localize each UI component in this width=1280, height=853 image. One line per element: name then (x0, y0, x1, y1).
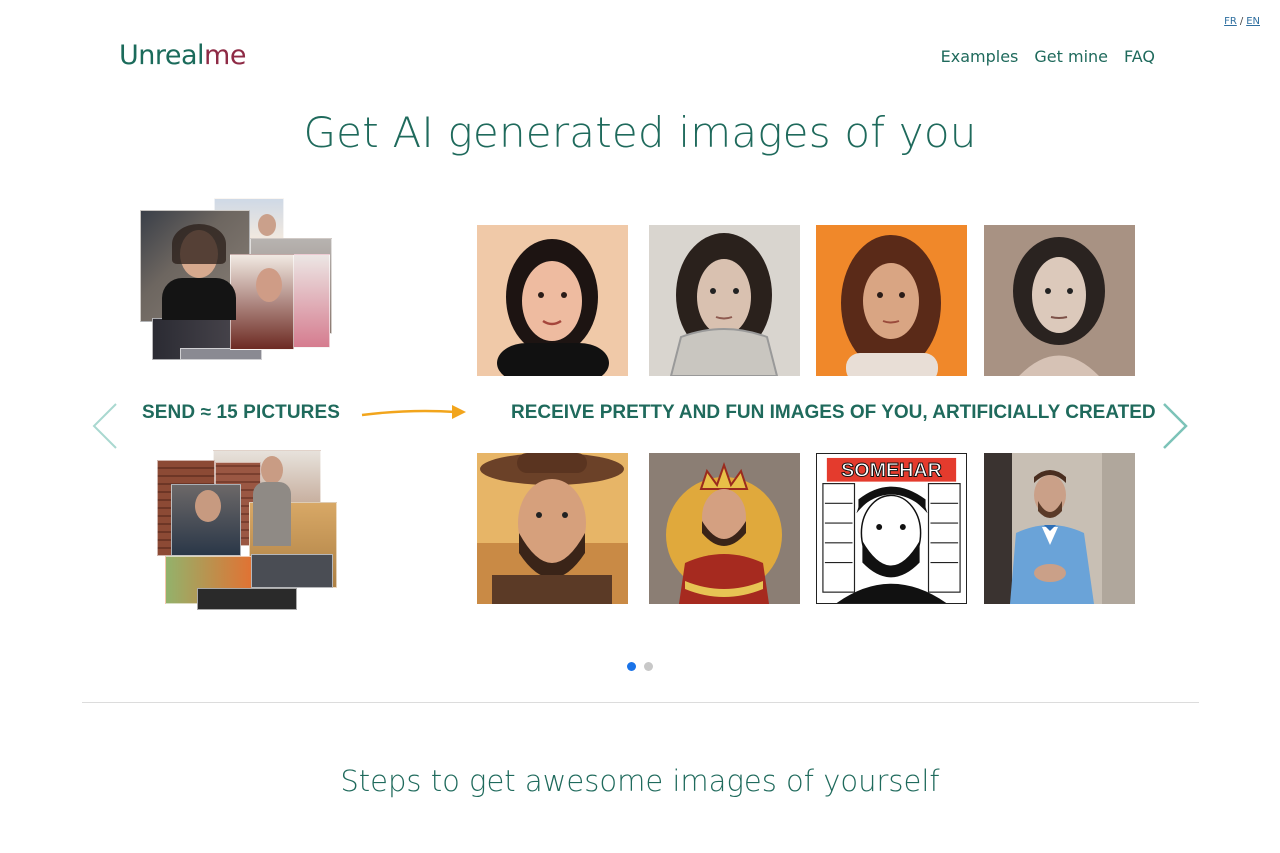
section-divider (82, 702, 1199, 703)
comic-title-text: SOMEHAR (841, 460, 942, 482)
portrait-illustration-woman-image (477, 225, 628, 376)
lang-fr-link[interactable]: FR (1224, 16, 1237, 27)
logo-part-me: me (204, 40, 246, 71)
hero-title: Get AI generated images of you (303, 108, 977, 157)
nav-faq[interactable]: FAQ (1124, 47, 1155, 66)
portrait-king-man-image (649, 453, 800, 604)
carousel-prev-button[interactable] (90, 402, 122, 450)
carousel-dot-1[interactable] (627, 662, 636, 671)
portrait-comic-man-image: SOMEHAR (817, 454, 966, 603)
nav-examples[interactable]: Examples (941, 47, 1019, 66)
carousel-next-button[interactable] (1158, 402, 1190, 450)
generated-image[interactable] (984, 225, 1135, 376)
carousel-dot-2[interactable] (644, 662, 653, 671)
chevron-left-icon (92, 403, 117, 449)
lang-separator: / (1239, 16, 1244, 27)
portrait-sketch-woman-image (984, 225, 1135, 376)
logo[interactable]: Unrealme (119, 40, 246, 71)
nav-get-mine[interactable]: Get mine (1034, 47, 1108, 66)
lang-en-link[interactable]: EN (1246, 16, 1260, 27)
generated-image[interactable]: SOMEHAR (816, 453, 967, 604)
generated-image[interactable] (984, 453, 1135, 604)
generated-image[interactable] (649, 225, 800, 376)
language-switcher: FR / EN (1224, 16, 1260, 27)
logo-part-unreal: Unreal (119, 40, 205, 71)
input-photos-collage-bottom (157, 450, 337, 612)
chevron-right-icon (1163, 403, 1188, 449)
portrait-blue-suit-man-image (984, 453, 1135, 604)
input-photos-collage-top (140, 198, 332, 360)
send-pictures-label: SEND ≈ 15 PICTURES (142, 402, 341, 423)
main-nav: Examples Get mine FAQ (941, 47, 1155, 66)
portrait-cowboy-man-image (477, 453, 628, 604)
receive-images-label: RECEIVE PRETTY AND FUN IMAGES OF YOU, AR… (511, 402, 1156, 423)
portrait-armored-woman-image (649, 225, 800, 376)
generated-image[interactable] (649, 453, 800, 604)
arrow-right-icon (361, 405, 466, 419)
steps-section-title: Steps to get awesome images of yourself (340, 764, 940, 798)
generated-image[interactable] (477, 453, 628, 604)
generated-image[interactable] (477, 225, 628, 376)
portrait-orange-background-woman-image (816, 225, 967, 376)
generated-image[interactable] (816, 225, 967, 376)
carousel-pagination (627, 662, 653, 671)
